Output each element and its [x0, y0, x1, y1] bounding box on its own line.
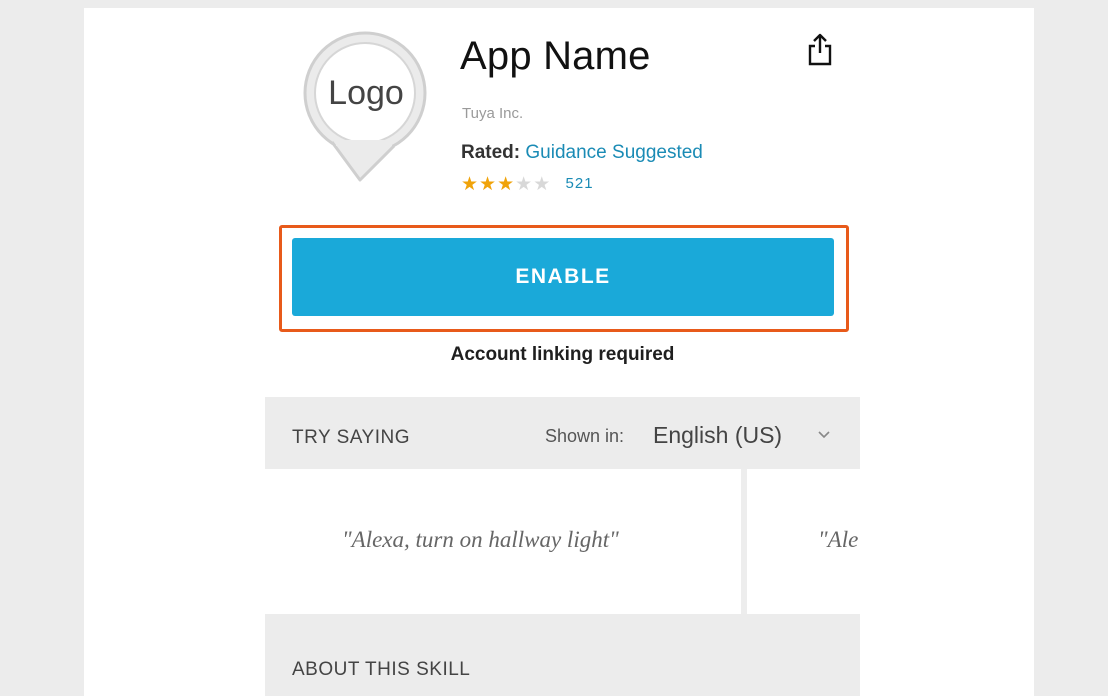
developer-name: Tuya Inc.: [462, 105, 524, 122]
star-empty-icon: ★: [533, 174, 552, 195]
screenshot-frame: Logo App Name Tuya Inc. Rated: Guidance …: [0, 0, 1108, 696]
share-icon[interactable]: [806, 32, 834, 68]
about-title: ABOUT THIS SKILL: [292, 659, 471, 680]
app-title: App Name: [460, 34, 651, 78]
star-empty-icon: ★: [515, 174, 534, 195]
rating-line: Rated: Guidance Suggested: [461, 142, 703, 164]
phrase-divider: [741, 469, 747, 614]
logo-text: Logo: [328, 74, 404, 112]
shown-in-label: Shown in:: [545, 426, 625, 446]
star-filled-icon: ★: [497, 174, 516, 195]
example-phrase: "Alexa, turn on hallway light": [342, 527, 619, 552]
try-saying-title: TRY SAYING: [292, 427, 410, 448]
rated-label: Rated:: [461, 142, 521, 163]
star-rating[interactable]: ★★★★★ 521: [461, 173, 594, 196]
app-logo: Logo: [302, 30, 428, 185]
chevron-down-icon[interactable]: [817, 430, 831, 440]
try-saying-header: TRY SAYING Shown in: English (US): [265, 397, 860, 469]
review-count[interactable]: 521: [566, 175, 594, 192]
star-filled-icon: ★: [461, 174, 480, 195]
example-phrase: "Ale: [818, 527, 859, 552]
about-section-header: ABOUT THIS SKILL: [265, 614, 860, 696]
language-select[interactable]: English (US): [653, 422, 782, 449]
account-linking-note: Account linking required: [450, 344, 675, 365]
enable-button[interactable]: ENABLE: [292, 238, 834, 316]
try-saying-carousel[interactable]: "Alexa, turn on hallway light" "Ale: [265, 469, 860, 614]
rated-value-link[interactable]: Guidance Suggested: [525, 142, 702, 163]
star-filled-icon: ★: [479, 174, 498, 195]
